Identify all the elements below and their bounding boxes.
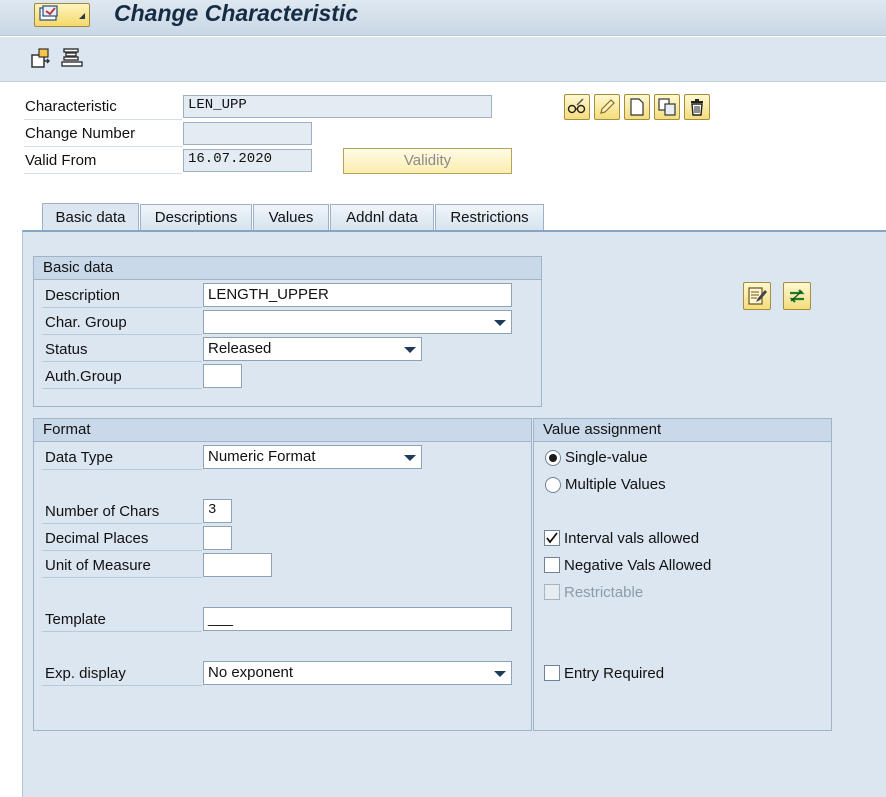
chevron-down-icon[interactable] — [494, 671, 506, 677]
decimal-places-label: Decimal Places — [45, 530, 149, 547]
tab-descriptions[interactable]: Descriptions — [140, 204, 252, 230]
system-menu-button[interactable] — [34, 3, 90, 27]
unit-of-measure-input[interactable] — [203, 553, 272, 577]
valid-from-label: Valid From — [25, 152, 97, 169]
status-label: Status — [45, 341, 88, 358]
status-dropdown[interactable]: Released — [203, 337, 422, 361]
description-label: Description — [45, 287, 121, 304]
trash-icon — [691, 99, 703, 116]
divider — [24, 119, 182, 120]
create-button[interactable] — [624, 94, 650, 120]
char-group-dropdown[interactable] — [203, 310, 512, 334]
tab-label: Addnl data — [346, 209, 418, 226]
decimal-places-input[interactable] — [203, 526, 232, 550]
template-label: Template — [45, 611, 106, 628]
dropdown-value: Numeric Format — [208, 448, 316, 465]
auth-group-label: Auth.Group — [45, 368, 122, 385]
data-type-dropdown[interactable]: Numeric Format — [203, 445, 422, 469]
display-change-toggle-button[interactable] — [564, 94, 590, 120]
tab-label: Restrictions — [450, 209, 529, 226]
characteristic-label: Characteristic — [25, 98, 117, 115]
divider — [42, 550, 202, 551]
copy-button[interactable] — [654, 94, 680, 120]
valid-from-field[interactable]: 16.07.2020 — [183, 149, 312, 172]
switch-button[interactable] — [783, 282, 811, 310]
where-used-list-icon[interactable] — [60, 47, 84, 69]
tab-values[interactable]: Values — [253, 204, 329, 230]
exp-display-label: Exp. display — [45, 665, 126, 682]
chevron-down-icon[interactable] — [404, 347, 416, 353]
divider — [42, 388, 202, 389]
divider — [42, 577, 202, 578]
number-of-chars-input[interactable]: 3 — [203, 499, 232, 523]
chevron-down-icon[interactable] — [494, 320, 506, 326]
copy-icon — [658, 98, 676, 116]
application-toolbar — [0, 37, 886, 82]
negative-vals-checkbox[interactable] — [544, 557, 560, 573]
group-header: Value assignment — [534, 419, 831, 442]
exp-display-dropdown[interactable]: No exponent — [203, 661, 512, 685]
tab-basic-data[interactable]: Basic data — [42, 203, 139, 231]
data-type-label: Data Type — [45, 449, 114, 466]
characteristic-field[interactable]: LEN_UPP — [183, 95, 492, 118]
char-group-label: Char. Group — [45, 314, 127, 331]
multiple-values-label[interactable]: Multiple Values — [565, 476, 666, 493]
tab-label: Descriptions — [154, 209, 238, 226]
tab-label: Values — [268, 209, 314, 226]
divider — [24, 146, 182, 147]
entry-required-checkbox[interactable] — [544, 665, 560, 681]
entry-required-label[interactable]: Entry Required — [564, 665, 664, 682]
edit-button[interactable] — [594, 94, 620, 120]
group-header: Basic data — [34, 257, 541, 280]
multiple-values-radio[interactable] — [545, 477, 561, 493]
divider — [42, 361, 202, 362]
number-of-chars-label: Number of Chars — [45, 503, 160, 520]
pencil-icon — [600, 99, 615, 114]
change-number-field[interactable] — [183, 122, 312, 145]
template-input[interactable]: ___ — [203, 607, 512, 631]
auth-group-input[interactable] — [203, 364, 242, 388]
tab-label: Basic data — [55, 209, 126, 226]
radio-dot — [549, 454, 557, 462]
divider — [42, 307, 202, 308]
divider — [42, 334, 202, 335]
swap-arrows-icon — [789, 289, 805, 303]
divider — [42, 469, 202, 470]
divider — [42, 631, 202, 632]
menu-icon — [39, 5, 85, 21]
validity-button[interactable]: Validity — [343, 148, 512, 174]
restrictable-checkbox — [544, 584, 560, 600]
negative-vals-label[interactable]: Negative Vals Allowed — [564, 557, 711, 574]
single-value-label[interactable]: Single-value — [565, 449, 648, 466]
unit-of-measure-label: Unit of Measure — [45, 557, 151, 574]
page-title: Change Characteristic — [114, 0, 359, 26]
single-value-radio[interactable] — [545, 450, 561, 466]
interval-vals-checkbox[interactable] — [544, 530, 560, 546]
divider — [24, 173, 182, 174]
divider — [42, 523, 202, 524]
checkmark-icon — [546, 532, 558, 544]
divider — [42, 685, 202, 686]
restrictable-label: Restrictable — [564, 584, 644, 601]
new-document-icon — [630, 98, 644, 116]
maintain-descriptions-button[interactable] — [743, 282, 771, 310]
other-object-icon[interactable] — [30, 47, 52, 69]
tab-addnl-data[interactable]: Addnl data — [330, 204, 434, 230]
interval-vals-label[interactable]: Interval vals allowed — [564, 530, 699, 547]
delete-button[interactable] — [684, 94, 710, 120]
tab-restrictions[interactable]: Restrictions — [435, 204, 544, 230]
description-input[interactable]: LENGTH_UPPER — [203, 283, 512, 307]
edit-document-icon — [748, 287, 767, 305]
group-header: Format — [34, 419, 531, 442]
change-number-label: Change Number — [25, 125, 136, 142]
dropdown-value: Released — [208, 340, 272, 357]
dropdown-value: No exponent — [208, 664, 294, 681]
chevron-down-icon[interactable] — [404, 455, 416, 461]
glasses-pencil-icon — [567, 98, 586, 114]
